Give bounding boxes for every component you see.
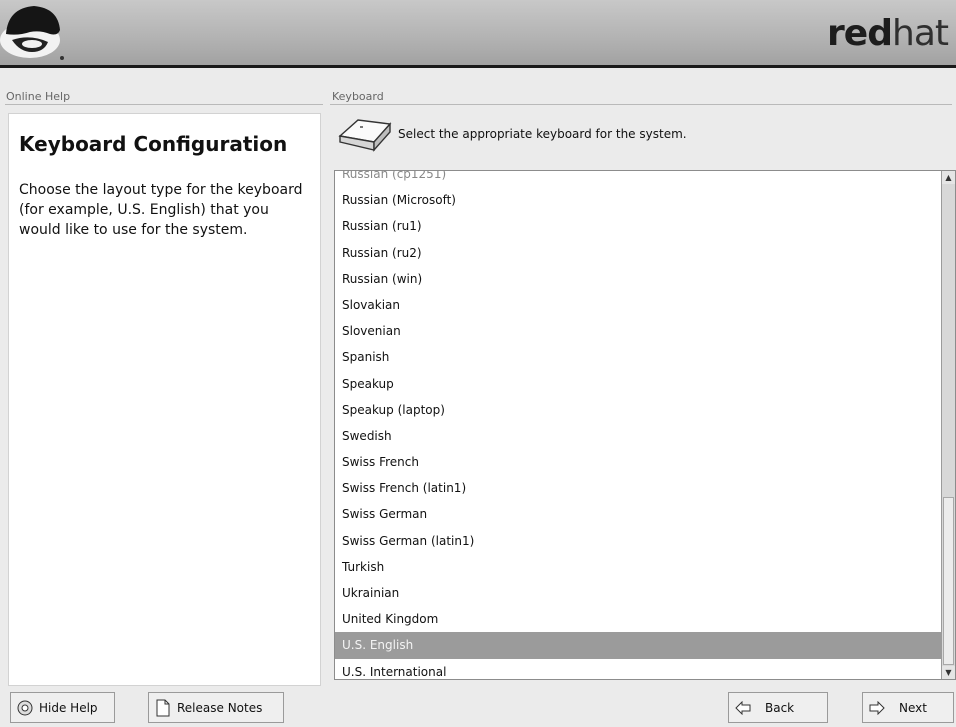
next-button[interactable]: Next <box>862 692 954 723</box>
list-item-partial[interactable]: Russian (cp1251) <box>335 171 942 187</box>
hide-help-button[interactable]: Hide Help <box>10 692 115 723</box>
list-item[interactable]: U.S. English <box>335 632 942 659</box>
keyboard-list-items: Russian (cp1251) Russian (Microsoft) Russ… <box>335 171 942 679</box>
keyboard-prompt: Select the appropriate keyboard for the … <box>398 127 687 141</box>
list-item[interactable]: Swiss French <box>335 449 942 475</box>
brand-light: hat <box>892 13 949 54</box>
back-arrow-icon <box>735 700 751 715</box>
online-help-label: Online Help <box>6 90 71 103</box>
list-item[interactable]: Speakup <box>335 371 942 397</box>
list-item[interactable]: Russian (ru1) <box>335 213 942 239</box>
list-item[interactable]: Slovenian <box>335 318 942 344</box>
keyboard-label: Keyboard <box>332 90 384 103</box>
hide-help-label: Hide Help <box>39 700 98 715</box>
keyboard-header: Select the appropriate keyboard for the … <box>336 114 946 154</box>
list-item[interactable]: Turkish <box>335 554 942 580</box>
back-label: Back <box>765 700 795 715</box>
scrollbar-thumb[interactable] <box>943 497 954 665</box>
list-item[interactable]: Swiss French (latin1) <box>335 475 942 501</box>
next-arrow-icon <box>869 700 885 715</box>
help-title: Keyboard Configuration <box>19 132 288 156</box>
release-notes-button[interactable]: Release Notes <box>148 692 284 723</box>
keyboard-list[interactable]: Russian (cp1251) Russian (Microsoft) Russ… <box>334 170 956 680</box>
list-item[interactable]: Slovakian <box>335 292 942 318</box>
help-body: Choose the layout type for the keyboard … <box>19 182 303 238</box>
list-item[interactable]: U.S. International <box>335 659 942 679</box>
release-notes-label: Release Notes <box>177 700 263 715</box>
brand-bold: red <box>827 13 893 54</box>
help-panel: Keyboard Configuration Choose the layout… <box>8 113 321 686</box>
list-scrollbar[interactable]: ▲ ▼ <box>941 171 955 679</box>
list-item[interactable]: Ukrainian <box>335 580 942 606</box>
list-item[interactable]: Spanish <box>335 344 942 370</box>
list-item[interactable]: Russian (win) <box>335 266 942 292</box>
keyboard-key-icon <box>338 119 392 152</box>
list-item[interactable]: Swiss German (latin1) <box>335 528 942 554</box>
list-item[interactable]: Russian (ru2) <box>335 240 942 266</box>
shadowman-logo-icon <box>0 6 64 60</box>
help-lifebuoy-icon <box>17 700 33 715</box>
header-banner: redhat <box>0 0 956 68</box>
next-label: Next <box>899 700 927 715</box>
list-item[interactable]: Swiss German <box>335 501 942 527</box>
scroll-down-arrow-icon[interactable]: ▼ <box>942 666 955 679</box>
list-item[interactable]: Russian (Microsoft) <box>335 187 942 213</box>
back-button[interactable]: Back <box>728 692 828 723</box>
list-item[interactable]: Swedish <box>335 423 942 449</box>
redhat-wordmark: redhat <box>827 13 949 54</box>
list-item[interactable]: Speakup (laptop) <box>335 397 942 423</box>
scroll-up-arrow-icon[interactable]: ▲ <box>942 171 955 184</box>
document-icon <box>156 699 170 716</box>
list-item[interactable]: United Kingdom <box>335 606 942 632</box>
